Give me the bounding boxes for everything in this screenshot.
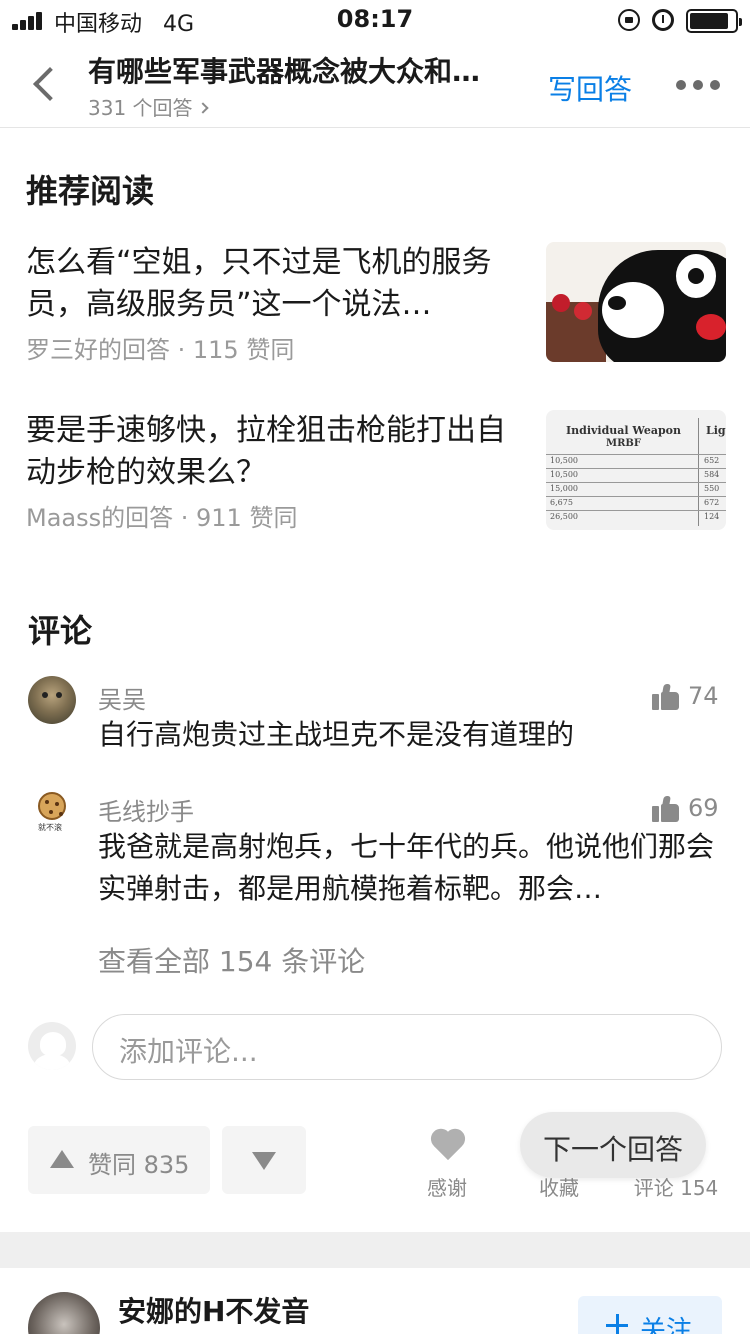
thanks-button[interactable]: 感谢: [402, 1124, 492, 1200]
triangle-down-icon: [252, 1152, 276, 1170]
section-divider: [0, 1232, 750, 1268]
comment-item: 吴吴 74 自行高炮贵过主战坦克不是没有道理的: [0, 676, 750, 766]
comment-item: 就不滚 毛线抄手 69 我爸就是高射炮兵，七十年代的兵。他说他们那会实弹射击，都…: [0, 788, 750, 908]
author-name[interactable]: 安娜的H不发音: [118, 1290, 309, 1330]
more-options-icon[interactable]: [676, 80, 720, 90]
rotation-lock-icon: [618, 9, 640, 31]
answer-count-link[interactable]: 331 个回答: [88, 92, 209, 121]
thanks-label: 感谢: [427, 1176, 467, 1200]
recommended-item-meta: 罗三好的回答 · 115 赞同: [26, 336, 295, 364]
back-arrow-icon[interactable]: [28, 64, 62, 104]
avatar: [28, 1022, 76, 1070]
thumbs-up-icon: [652, 684, 680, 710]
comment-author[interactable]: 吴吴: [98, 680, 146, 715]
comment-like-button[interactable]: 69: [650, 794, 730, 824]
upvote-label: 赞同 835: [88, 1151, 190, 1179]
comment-author[interactable]: 毛线抄手: [98, 792, 194, 827]
comment-like-count: 74: [688, 682, 719, 710]
follow-label: 关注: [640, 1316, 693, 1334]
heart-icon: [430, 1130, 466, 1162]
view-all-comments-link[interactable]: 查看全部 154 条评论: [98, 940, 365, 980]
recommended-item-title[interactable]: 怎么看“空姐，只不过是飞机的服务员，高级服务员”这一个说法…: [26, 242, 516, 326]
comment-like-count: 69: [688, 794, 719, 822]
triangle-up-icon: [50, 1150, 74, 1168]
upvote-button[interactable]: 赞同 835: [28, 1126, 210, 1194]
avatar[interactable]: [28, 676, 76, 724]
downvote-button[interactable]: [222, 1126, 306, 1194]
next-answer-label: 下一个回答: [542, 1133, 683, 1166]
recommended-item[interactable]: 怎么看“空姐，只不过是飞机的服务员，高级服务员”这一个说法… 罗三好的回答 · …: [0, 240, 750, 364]
comment-input[interactable]: 添加评论...: [92, 1014, 722, 1080]
thumbs-up-icon: [652, 796, 680, 822]
next-answer-button[interactable]: 下一个回答: [520, 1112, 706, 1178]
comment-like-button[interactable]: 74: [650, 682, 730, 712]
nav-bar: 有哪些军事武器概念被大众和… 331 个回答 写回答: [0, 40, 750, 128]
avatar[interactable]: [28, 1292, 100, 1334]
comment-input-placeholder: 添加评论...: [119, 1035, 258, 1068]
recommended-item[interactable]: 要是手速够快，拉栓狙击枪能打出自动步枪的效果么？ Maass的回答 · 911 …: [0, 408, 750, 532]
follow-button[interactable]: 关注: [578, 1296, 722, 1334]
kumamon-thumbnail[interactable]: [546, 242, 726, 362]
status-bar: 中国移动 4G 08:17: [0, 0, 750, 40]
recommended-item-meta: Maass的回答 · 911 赞同: [26, 504, 298, 532]
write-answer-button[interactable]: 写回答: [548, 68, 632, 108]
avatar[interactable]: 就不滚: [28, 788, 76, 836]
recommended-item-title[interactable]: 要是手速够快，拉栓狙击枪能打出自动步枪的效果么？: [26, 410, 516, 494]
question-title[interactable]: 有哪些军事武器概念被大众和…: [88, 50, 528, 90]
plus-icon: [606, 1314, 628, 1334]
weapons-table-thumbnail[interactable]: Individual Weapon MRBF Lig 10,500 10,500…: [546, 410, 726, 530]
comment-text: 自行高炮贵过主战坦克不是没有道理的: [98, 718, 575, 751]
comment-text: 我爸就是高射炮兵，七十年代的兵。他说他们那会实弹射击，都是用航模拖着标靶。那会…: [98, 830, 715, 905]
comments-heading: 评论: [28, 612, 93, 650]
battery-icon: [686, 9, 742, 33]
chevron-right-icon: [196, 101, 209, 114]
recommended-heading: 推荐阅读: [26, 172, 155, 210]
alarm-icon: [652, 9, 674, 31]
